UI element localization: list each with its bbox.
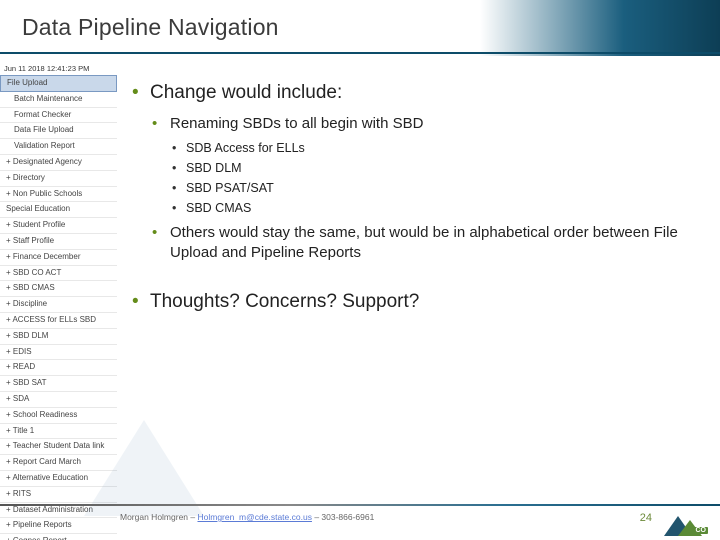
sidebar-item: Batch Maintenance: [0, 92, 117, 108]
footer-phone: – 303-866-6961: [312, 512, 374, 522]
sidebar-item: + Designated Agency: [0, 155, 117, 171]
header-divider: [0, 52, 720, 54]
sidebar-item: Data File Upload: [0, 123, 117, 139]
list-item: SBD DLM: [170, 160, 700, 177]
sidebar-item: + SBD CO ACT: [0, 266, 117, 282]
list-item: SDB Access for ELLs: [170, 140, 700, 157]
sidebar-item: + ACCESS for ELLs SBD: [0, 313, 117, 329]
footer-author: Morgan Holmgren –: [120, 512, 197, 522]
bullet-text: Others would stay the same, but would be…: [170, 224, 678, 261]
footer-email-link[interactable]: Holmgren_m@cde.state.co.us: [197, 512, 311, 522]
sidebar-item: + Directory: [0, 171, 117, 187]
sidebar-item: Format Checker: [0, 108, 117, 124]
list-item: SBD PSAT/SAT: [170, 180, 700, 197]
bullet-text: Renaming SBDs to all begin with SBD: [170, 115, 423, 132]
sidebar-item: + Student Profile: [0, 218, 117, 234]
sidebar-item: + Non Public Schools: [0, 187, 117, 203]
bullet-others: Others would stay the same, but would be…: [150, 223, 700, 264]
bullet-change: Change would include: Renaming SBDs to a…: [130, 82, 700, 263]
slide-footer: Morgan Holmgren – Holmgren_m@cde.state.c…: [0, 504, 720, 540]
sidebar-item: + Discipline: [0, 297, 117, 313]
sidebar-item: Special Education: [0, 202, 117, 218]
bullet-thoughts: Thoughts? Concerns? Support?: [130, 291, 700, 313]
sidebar-item: + SBD CMAS: [0, 281, 117, 297]
sbd-list: SDB Access for ELLs SBD DLM SBD PSAT/SAT SB…: [170, 140, 700, 217]
sidebar-item: Validation Report: [0, 139, 117, 155]
cde-logo: CO: [664, 508, 710, 536]
list-item: SBD CMAS: [170, 200, 700, 217]
sidebar-item: + EDIS: [0, 345, 117, 361]
bullet-text: Change would include:: [150, 82, 342, 103]
bullet-renaming: Renaming SBDs to all begin with SBD SDB …: [150, 114, 700, 217]
sidebar-item: File Upload: [0, 75, 117, 92]
sidebar-item: + Staff Profile: [0, 234, 117, 250]
sidebar-item: + READ: [0, 360, 117, 376]
sidebar-datetime: Jun 11 2018 12:41:23 PM: [0, 62, 117, 75]
header-gradient: [480, 0, 720, 56]
footer-divider: [0, 504, 720, 506]
sidebar-item: + SBD DLM: [0, 329, 117, 345]
page-number: 24: [640, 512, 652, 524]
slide-header: Data Pipeline Navigation: [0, 0, 720, 56]
decorative-triangle: [84, 420, 204, 516]
sidebar-item: + SDA: [0, 392, 117, 408]
footer-contact: Morgan Holmgren – Holmgren_m@cde.state.c…: [120, 512, 374, 522]
sidebar-item: + Finance December: [0, 250, 117, 266]
slide-body: Change would include: Renaming SBDs to a…: [130, 82, 700, 325]
bullet-text: Thoughts? Concerns? Support?: [150, 291, 419, 312]
sidebar-item: + SBD SAT: [0, 376, 117, 392]
